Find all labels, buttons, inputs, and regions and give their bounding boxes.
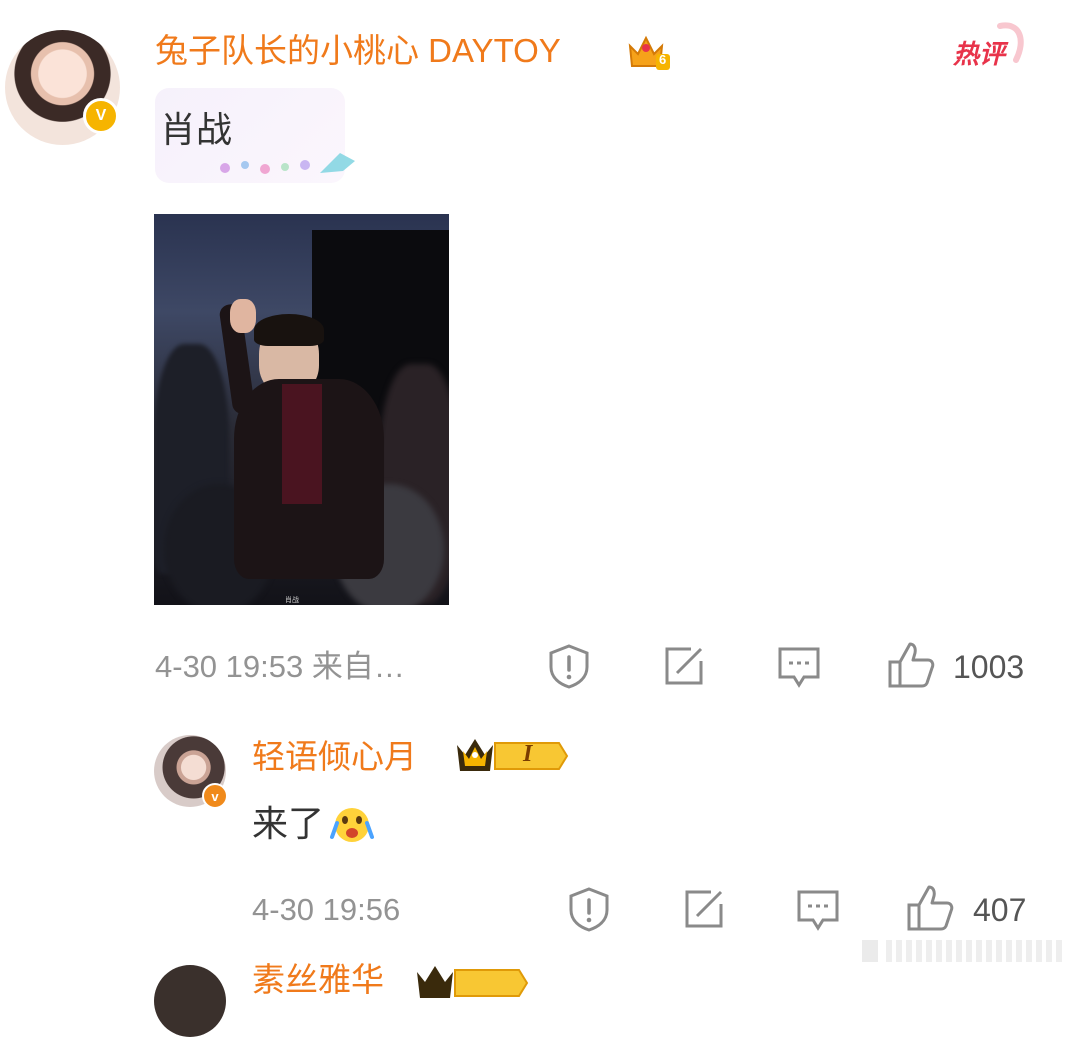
- crying-face-icon: [329, 805, 375, 845]
- vip-crown-badge: I: [455, 735, 569, 777]
- like-icon[interactable]: [886, 640, 936, 690]
- report-icon[interactable]: [547, 643, 591, 689]
- verified-badge-icon: v: [202, 783, 228, 809]
- like-count: 407: [973, 892, 1027, 928]
- reply-timestamp: 4-30 19:56: [252, 892, 401, 927]
- reply-username[interactable]: 轻语倾心月: [252, 735, 417, 779]
- comment-username[interactable]: 兔子队长的小桃心 DAYTOY: [155, 30, 561, 72]
- hot-comment-badge: 热评: [950, 20, 1030, 70]
- share-icon[interactable]: [663, 645, 705, 687]
- reply-avatar[interactable]: v: [154, 735, 228, 809]
- photo-caption: 肖战: [285, 596, 299, 604]
- comment-icon[interactable]: [777, 645, 821, 689]
- comment-text: 肖战: [160, 110, 233, 151]
- like-icon[interactable]: [905, 883, 955, 933]
- report-icon[interactable]: [567, 886, 611, 932]
- comment-photo[interactable]: 肖战: [154, 214, 449, 605]
- crown-level-icon: 6: [626, 30, 672, 72]
- next-comment-avatar[interactable]: [154, 965, 226, 1037]
- comment-icon[interactable]: [796, 888, 840, 932]
- watermark: [862, 938, 1066, 964]
- comment-bubble: 肖战: [155, 88, 360, 188]
- avatar[interactable]: V: [5, 30, 120, 145]
- share-icon[interactable]: [683, 888, 725, 930]
- vip-crown-badge: [415, 962, 529, 1004]
- reply-content: 来了: [252, 802, 375, 850]
- reply-text: 来了: [252, 804, 325, 845]
- verified-badge-icon: V: [83, 98, 119, 134]
- next-comment-username[interactable]: 素丝雅华: [252, 958, 384, 1002]
- comment-timestamp: 4-30 19:53 来自…: [155, 649, 405, 684]
- like-count: 1003: [953, 649, 1025, 685]
